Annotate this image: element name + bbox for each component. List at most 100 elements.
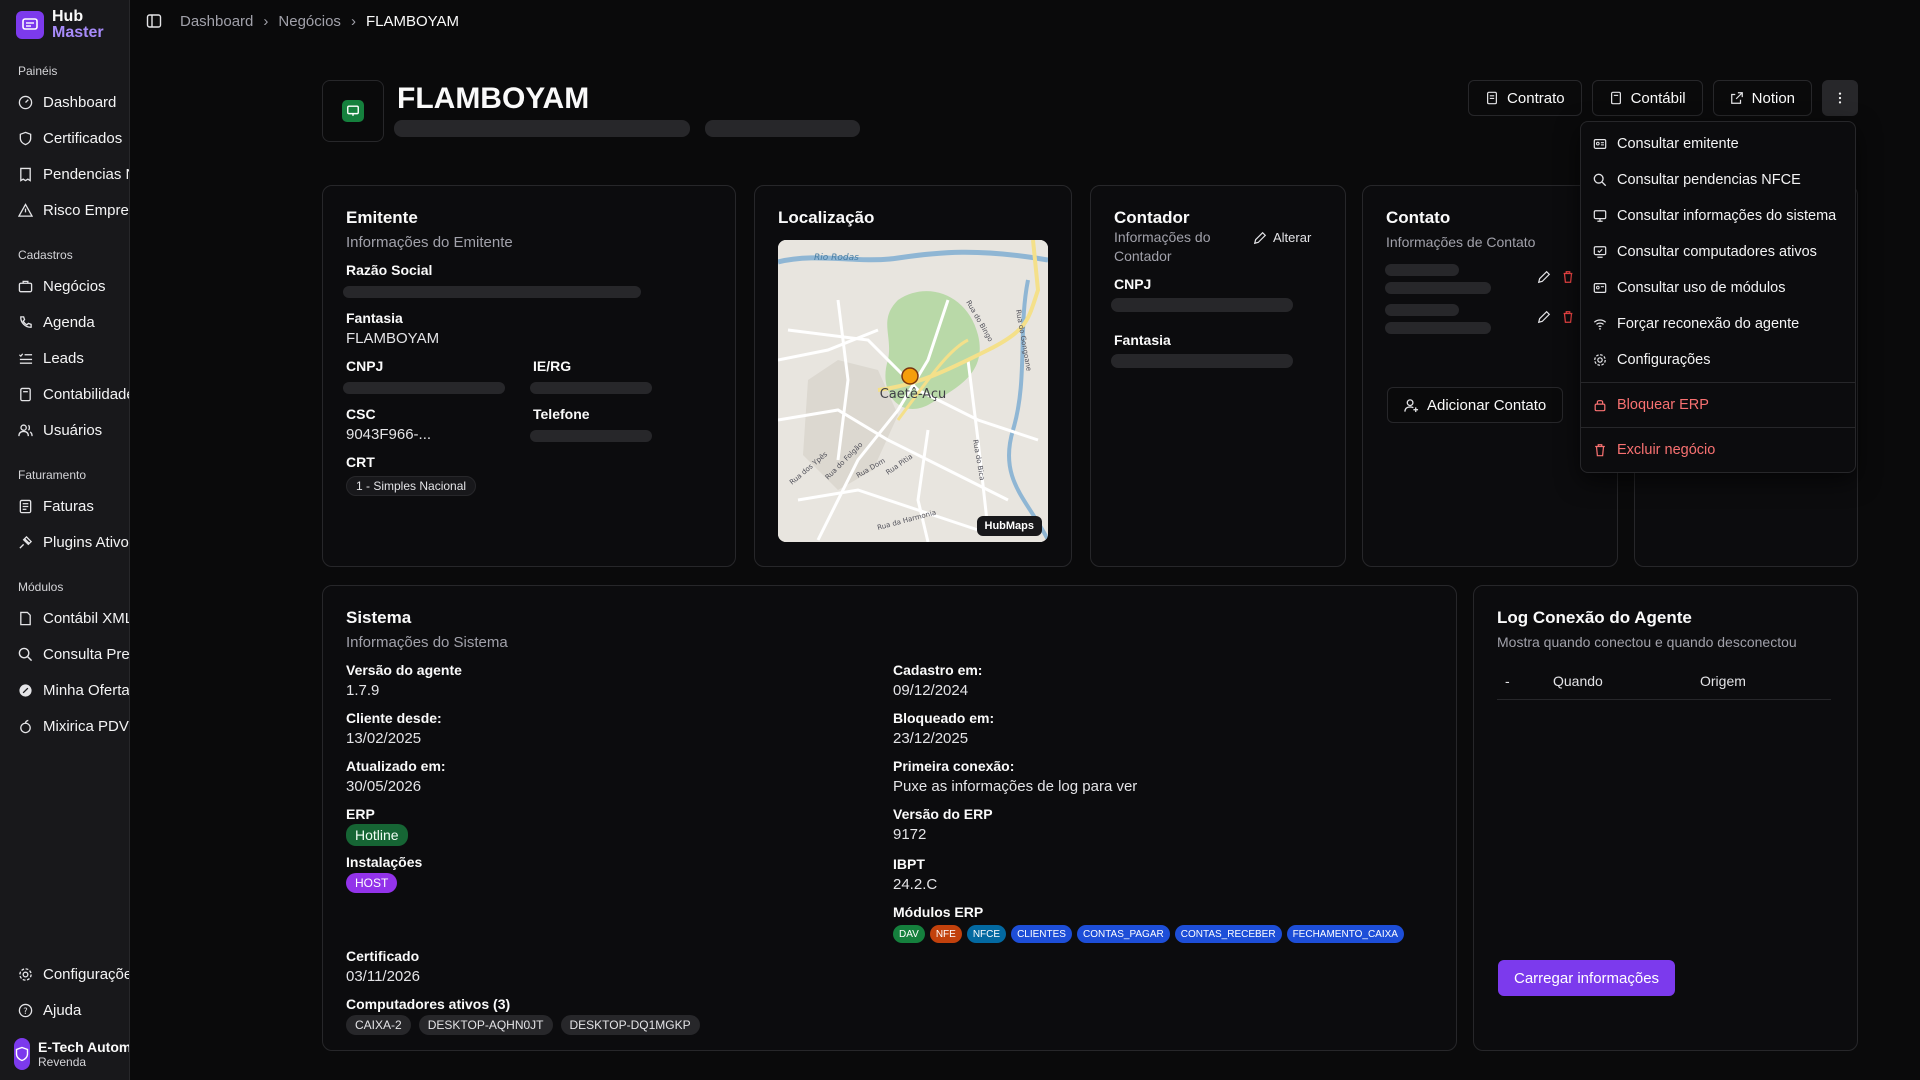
erp-label: ERP — [346, 806, 375, 822]
cliente-desde-value: 13/02/2025 — [346, 730, 422, 747]
monitor-cog-icon — [1593, 210, 1607, 222]
search-icon — [18, 647, 33, 661]
emitente-card: Emitente Informações do Emitente Razão S… — [322, 185, 736, 567]
certificado-value: 03/11/2026 — [346, 968, 420, 985]
chevron-right-icon: › — [350, 12, 356, 30]
sidebar-item-contabilidade[interactable]: Contabilidade — [0, 376, 129, 412]
versao-erp-value: 9172 — [893, 826, 927, 843]
menu-item-forcar-reconexao[interactable]: Forçar reconexão do agente — [1581, 306, 1855, 342]
contabil-button[interactable]: Contábil — [1591, 80, 1703, 116]
notion-button[interactable]: Notion — [1712, 80, 1812, 116]
gear-icon — [1594, 354, 1606, 366]
file-code-icon — [20, 611, 31, 625]
contador-card: Contador Informações do Contador Alterar… — [1090, 185, 1346, 567]
sidebar-item-plugins[interactable]: Plugins Ativos — [0, 524, 129, 560]
id-card-icon — [1593, 283, 1607, 293]
wifi-icon — [1593, 319, 1607, 330]
menu-item-consultar-sistema[interactable]: Consultar informações do sistema — [1581, 198, 1855, 234]
business-icon-box — [322, 80, 384, 142]
user-menu[interactable]: E-Tech Automação Revenda — [0, 1028, 129, 1080]
carregar-informacoes-button[interactable]: Carregar informações — [1498, 960, 1676, 996]
card-title: Localização — [778, 208, 875, 227]
menu-divider — [1581, 427, 1855, 428]
options-dropdown-menu: Consultar emitente Consultar pendencias … — [1580, 121, 1856, 473]
card-title: Emitente — [346, 208, 418, 227]
card-title: Log Conexão do Agente — [1497, 608, 1692, 627]
sidebar-item-leads[interactable]: Leads — [0, 340, 129, 376]
sidebar-item-negocios[interactable]: Negócios — [0, 268, 129, 304]
alterar-contador-button[interactable]: Alterar — [1253, 230, 1311, 245]
modulo-chip: DAV — [893, 925, 925, 943]
breadcrumb-negocios[interactable]: Negócios — [278, 13, 341, 30]
certificado-label: Certificado — [346, 948, 420, 964]
sidebar-item-certificados[interactable]: Certificados — [0, 120, 129, 156]
menu-item-consultar-computadores[interactable]: Consultar computadores ativos — [1581, 234, 1855, 270]
computer-chip: DESKTOP-AQHN0JT — [418, 1015, 553, 1035]
calculator-icon — [1610, 91, 1621, 105]
contrato-button[interactable]: Contrato — [1468, 80, 1582, 116]
sidebar-item-risco[interactable]: Risco Empresa — [0, 192, 129, 228]
sidebar-item-ajuda[interactable]: ? Ajuda — [0, 992, 129, 1028]
contact-skeleton — [1385, 304, 1459, 316]
card-subtitle: Informações de Contato — [1386, 234, 1536, 250]
menu-item-consultar-modulos[interactable]: Consultar uso de módulos — [1581, 270, 1855, 306]
erp-badge: Hotline — [346, 824, 408, 846]
sidebar-item-mixirica[interactable]: Mixirica PDV — [0, 708, 129, 744]
column-header: - — [1505, 673, 1510, 689]
modulo-chip: NFCE — [966, 925, 1007, 943]
adicionar-contato-button[interactable]: Adicionar Contato — [1387, 387, 1564, 423]
trash-icon — [1563, 311, 1573, 323]
cadastro-em-label: Cadastro em: — [893, 662, 983, 678]
sidebar-item-faturas[interactable]: Faturas — [0, 488, 129, 524]
pencil-icon — [1537, 310, 1551, 324]
menu-item-consultar-emitente[interactable]: Consultar emitente — [1581, 126, 1855, 162]
menu-item-excluir-negocio[interactable]: Excluir negócio — [1581, 432, 1855, 468]
card-subtitle: Informações do Sistema — [346, 634, 508, 651]
sidebar-item-dashboard[interactable]: Dashboard — [0, 84, 129, 120]
breadcrumb-dashboard[interactable]: Dashboard — [180, 13, 253, 30]
column-header-origem[interactable]: Origem — [1700, 673, 1746, 689]
sidebar-item-pendencias[interactable]: Pendencias NFCE — [0, 156, 129, 192]
brand[interactable]: Hub Master — [0, 0, 129, 50]
instalacoes-label: Instalações — [346, 854, 423, 870]
modulos-erp-label: Módulos ERP — [893, 904, 984, 920]
menu-item-bloquear-erp[interactable]: Bloquear ERP — [1581, 387, 1855, 423]
fantasia-value: FLAMBOYAM — [346, 330, 440, 347]
value-skeleton — [1111, 298, 1293, 312]
card-title: Contador — [1114, 208, 1190, 227]
edit-contact-button[interactable] — [1533, 266, 1555, 288]
more-options-button[interactable] — [1822, 80, 1858, 116]
delete-contact-button[interactable] — [1561, 266, 1579, 288]
computer-chip: CAIXA-2 — [346, 1015, 411, 1035]
sidebar: Hub Master Painéis Dashboard Certificado… — [0, 0, 130, 1080]
delete-contact-button[interactable] — [1561, 306, 1579, 328]
title-skeleton — [705, 120, 860, 137]
edit-contact-button[interactable] — [1533, 306, 1555, 328]
sidebar-toggle-icon[interactable] — [146, 13, 162, 29]
sidebar-group-title: Módulos — [18, 580, 64, 594]
warning-icon — [18, 202, 33, 217]
sidebar-item-agenda[interactable]: Agenda — [0, 304, 129, 340]
monitor-check-icon — [1593, 246, 1607, 258]
chevron-right-icon: › — [263, 12, 269, 30]
contact-skeleton — [1385, 264, 1459, 276]
svg-text:Caetê-Açu: Caetê-Açu — [880, 387, 947, 402]
sistema-card: Sistema Informações do Sistema Versão do… — [322, 585, 1457, 1051]
menu-divider — [1581, 382, 1855, 383]
pencil-icon — [1537, 270, 1551, 284]
menu-item-configuracoes[interactable]: Configurações — [1581, 342, 1855, 378]
menu-item-consultar-pendencias[interactable]: Consultar pendencias NFCE — [1581, 162, 1855, 198]
contact-skeleton — [1385, 322, 1491, 334]
sidebar-item-usuarios[interactable]: Usuários — [0, 412, 129, 448]
column-header-quando[interactable]: Quando — [1553, 673, 1603, 689]
sidebar-item-contabil-xml[interactable]: Contábil XML — [0, 600, 129, 636]
sidebar-item-minha-oferta[interactable]: Minha Oferta — [0, 672, 129, 708]
primeira-conexao-value: Puxe as informações de log para ver — [893, 778, 1138, 795]
card-title: Sistema — [346, 608, 412, 627]
trash-icon — [1563, 271, 1573, 283]
page-title: FLAMBOYAM — [397, 82, 590, 115]
sidebar-item-consulta-precos[interactable]: Consulta Preços — [0, 636, 129, 672]
location-map[interactable]: Caetê-Açu Rio Rodas Rua do Bingo Rua do … — [778, 240, 1048, 542]
sidebar-item-configuracoes[interactable]: Configurações — [0, 956, 129, 992]
list-check-icon — [18, 352, 33, 364]
